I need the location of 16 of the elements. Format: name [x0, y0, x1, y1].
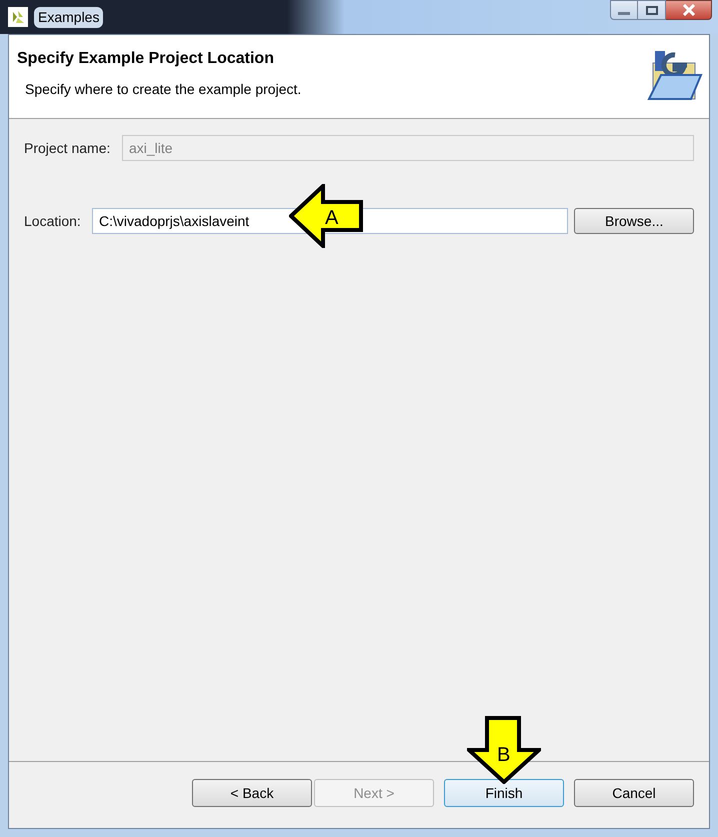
dialog-button[interactable]: Finish: [444, 779, 564, 807]
arrow-callout: A: [289, 184, 363, 248]
dialog-button[interactable]: < Back: [192, 779, 312, 807]
field-label: Location:: [24, 212, 82, 230]
page-description: Specify where to create the example project.: [25, 80, 302, 99]
field-label: Project name:: [24, 138, 112, 158]
minimize-button[interactable]: [610, 0, 638, 20]
close-icon: [682, 4, 696, 16]
browse-button[interactable]: Browse...: [574, 208, 694, 234]
maximize-button[interactable]: [638, 0, 666, 20]
dialog-button[interactable]: Cancel: [574, 779, 694, 807]
app-icon: [8, 7, 28, 27]
arrow-callout: B: [467, 716, 541, 784]
page-title: Specify Example Project Location: [17, 49, 275, 69]
close-button[interactable]: [666, 0, 712, 20]
window-title: Examples: [34, 6, 104, 28]
